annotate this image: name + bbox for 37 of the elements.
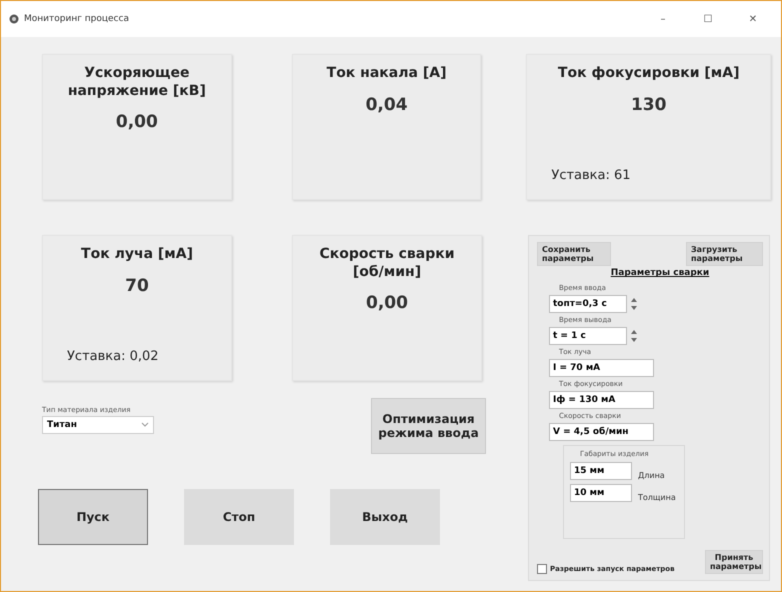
optimize-button[interactable]: Оптимизация режима ввода bbox=[371, 398, 486, 454]
gauge-title: Ток накала [А] bbox=[326, 65, 446, 82]
input-field[interactable]: Iф = 130 мА bbox=[549, 391, 654, 410]
gauge-title: Ускоряющее напряжение [кВ] bbox=[66, 65, 207, 100]
load-button[interactable]: Загрузить параметры bbox=[686, 242, 763, 266]
input-field[interactable]: t = 1 с bbox=[549, 327, 627, 346]
caret-icon bbox=[141, 422, 149, 428]
gauge-value: 130 bbox=[630, 94, 666, 114]
input-field[interactable]: 15 мм bbox=[570, 462, 632, 480]
input-field[interactable]: tопт=0,3 с bbox=[549, 295, 627, 314]
gauge-value: 70 bbox=[125, 276, 149, 296]
panel-title: Параметры сварки bbox=[610, 268, 710, 278]
setpoint-label: Уставка: 0,02 bbox=[67, 349, 159, 364]
input-field[interactable]: 10 мм bbox=[570, 484, 632, 502]
input-field[interactable]: V = 4,5 об/мин bbox=[549, 423, 654, 442]
gauge-value: 0,00 bbox=[366, 293, 408, 313]
gauge-value: 0,04 bbox=[366, 94, 408, 114]
dimension-label: Толщина bbox=[638, 493, 676, 502]
close-button[interactable]: ✕ bbox=[733, 14, 773, 24]
gauge-title: Скорость сварки [об/мин] bbox=[318, 246, 456, 281]
apply-button[interactable]: Принять параметры bbox=[705, 550, 763, 574]
gauge-title: Ток фокусировки [мА] bbox=[558, 65, 740, 82]
input-field[interactable]: I = 70 мА bbox=[549, 359, 654, 378]
save-button[interactable]: Сохранить параметры bbox=[537, 242, 611, 266]
action-button[interactable]: Стоп bbox=[184, 489, 294, 545]
gauge-title: Ток луча [мА] bbox=[81, 246, 193, 264]
gauge-value: 0,00 bbox=[116, 112, 158, 132]
app-icon bbox=[9, 14, 19, 24]
checkbox[interactable] bbox=[537, 564, 547, 574]
action-button[interactable]: Выход bbox=[330, 489, 440, 545]
maximize-button[interactable]: ☐ bbox=[688, 14, 728, 24]
setpoint-label: Уставка: 61 bbox=[551, 168, 631, 183]
material-dropdown[interactable]: Титан bbox=[42, 416, 154, 434]
dimension-label: Длина bbox=[638, 471, 665, 480]
action-button[interactable]: Пуск bbox=[38, 489, 148, 545]
minimize-button[interactable]: – bbox=[643, 14, 683, 24]
window-title: Мониторинг процесса bbox=[24, 14, 130, 24]
